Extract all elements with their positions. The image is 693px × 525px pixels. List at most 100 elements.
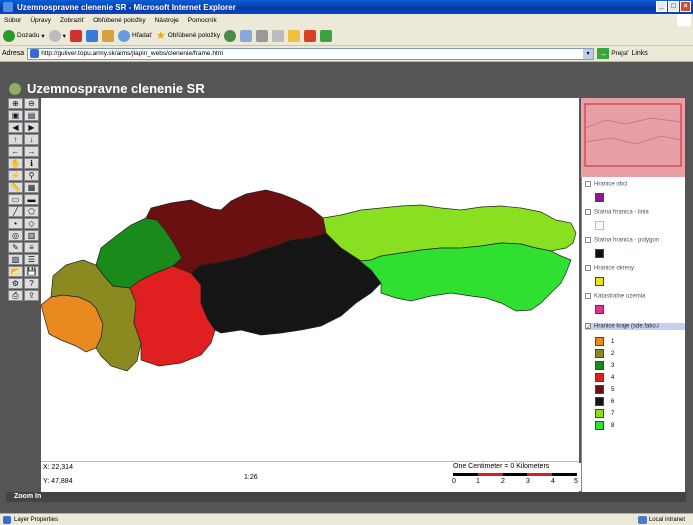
menu-view[interactable]: Zobraziť [60,17,84,24]
legend-toggle-icon[interactable]: ≡ [24,242,39,253]
class-label-7: 7 [611,411,615,417]
tool-mode-label: Zoom In [6,492,686,502]
stop-icon[interactable] [69,29,82,42]
scale-tick-2: 2 [501,478,505,485]
query-icon[interactable]: ▦ [24,182,39,193]
map-toolbar: ⊕ ⊖ ▣ ▤ ◀ ▶ ↑ ↓ ← → ✋ ℹ ⚡ ⚲ 📏 ▦ ▭ ▬ ╱ ⬠ … [8,98,40,343]
close-button[interactable]: × [680,1,691,12]
favorites-button[interactable]: ★ Obľúbené položky [156,29,220,42]
menu-tools[interactable]: Nástroje [155,17,179,24]
address-dropdown-icon[interactable]: ▾ [583,48,594,59]
class-swatch-5 [595,385,604,394]
overview-icon[interactable]: ▧ [8,254,23,265]
layer-list-icon[interactable]: ☰ [24,254,39,265]
folder-icon[interactable] [288,29,301,42]
back-button[interactable]: Dozadu ▾ [3,29,45,42]
layer-katastralne-uzemia[interactable]: Katastralne uzemia [585,293,645,300]
home-icon[interactable] [101,29,114,42]
pan-icon[interactable]: ✋ [8,158,23,169]
class-label-4: 4 [611,375,615,381]
zoom-previous-icon[interactable]: ◀ [8,122,23,133]
layer-hranice-obci[interactable]: Hranice obci [585,181,627,188]
minimize-button[interactable]: _ [656,1,667,12]
class-label-5: 5 [611,387,615,393]
history-icon[interactable] [224,29,237,42]
buffer-icon[interactable]: ◎ [8,230,23,241]
map-canvas[interactable] [40,98,579,461]
edit-icon[interactable] [272,29,285,42]
status-bar: Layer Properties Local intranet [0,513,693,525]
select-rectangle-icon[interactable]: ▭ [8,194,23,205]
measure-icon[interactable]: 📏 [8,182,23,193]
go-arrow-icon: → [597,48,610,59]
y-coordinate: Y: 47,884 [43,478,73,485]
links-button[interactable]: Links [631,50,647,57]
security-zone: Local intranet [648,516,685,523]
select-shape-icon[interactable]: ◇ [24,218,39,229]
print-icon[interactable] [256,29,269,42]
layer-checkbox[interactable] [585,237,591,243]
open-icon[interactable]: 📂 [8,266,23,277]
layer-checkbox-checked[interactable]: ✓ [585,323,591,331]
layer-swatch [595,277,604,286]
app-header: Uzemnospravne clenenie SR [6,80,686,97]
layer-checkbox[interactable] [585,181,591,187]
maximize-button[interactable]: □ [668,1,679,12]
menu-help[interactable]: Pomocník [188,17,217,24]
layer-hranice-kraje[interactable]: ✓ Hranice kraje (sde.fako.i [585,323,685,331]
globe-logo-icon [9,82,21,95]
print-map-icon[interactable]: ⎙ [8,290,23,301]
discuss-icon[interactable] [320,29,333,42]
mail-icon[interactable] [240,29,253,42]
address-input[interactable]: http://guliver.topu.army.sk/aims/jlapin_… [27,47,595,60]
messenger-icon[interactable] [304,29,317,42]
find-icon[interactable]: ⚲ [24,170,39,181]
page-icon [30,49,40,58]
map-scale: 1:26 [244,474,258,481]
zoom-active-icon[interactable]: ▤ [24,110,39,121]
forward-arrow-icon [48,29,61,42]
layer-checkbox[interactable] [585,209,591,215]
refresh-icon[interactable] [85,29,98,42]
pan-east-icon[interactable]: → [24,146,39,157]
export-icon[interactable]: ⇪ [24,290,39,301]
overview-map[interactable] [581,98,685,177]
class-swatch-8 [595,421,604,430]
class-swatch-3 [595,361,604,370]
zoom-out-icon[interactable]: ⊖ [24,98,39,109]
attribute-table-icon[interactable]: ▥ [24,230,39,241]
zoom-full-icon[interactable]: ▣ [8,110,23,121]
address-url: http://guliver.topu.army.sk/aims/jlapin_… [41,50,224,57]
menu-file[interactable]: Súbor [4,17,21,24]
go-button[interactable]: → Prejsť [597,48,628,59]
menu-edit[interactable]: Úpravy [30,17,51,24]
pan-south-icon[interactable]: ↓ [24,134,39,145]
class-swatch-1 [595,337,604,346]
clear-selection-icon[interactable]: ✎ [8,242,23,253]
select-icon[interactable]: ▬ [24,194,39,205]
select-point-icon[interactable]: • [8,218,23,229]
save-icon[interactable]: 💾 [24,266,39,277]
identify-icon[interactable]: ℹ [24,158,39,169]
search-button[interactable]: Hľadať [117,29,152,42]
layer-statna-hranica-polygon[interactable]: Statna hranica - polygon [585,237,659,244]
select-polygon-icon[interactable]: ⬠ [24,206,39,217]
help-icon[interactable]: ? [24,278,39,289]
pan-north-icon[interactable]: ↑ [8,134,23,145]
pan-west-icon[interactable]: ← [8,146,23,157]
zoom-in-icon[interactable]: ⊕ [8,98,23,109]
menu-bar: Súbor Úpravy Zobraziť Obľúbené položky N… [0,14,693,26]
forward-button[interactable]: ▾ [48,29,66,42]
layer-checkbox[interactable] [585,265,591,271]
layer-checkbox[interactable] [585,293,591,299]
select-line-icon[interactable]: ╱ [8,206,23,217]
zoom-next-icon[interactable]: ▶ [24,122,39,133]
layer-hranice-okresy[interactable]: Hranice okresy [585,265,634,272]
class-swatch-2 [595,349,604,358]
layer-statna-hranica-linia[interactable]: Statna hranica - linia [585,209,649,216]
class-swatch-4 [595,373,604,382]
menu-favorites[interactable]: Obľúbené položky [93,17,146,24]
options-icon[interactable]: ⚙ [8,278,23,289]
scale-bar-label: One Centimeter = 0 Kilometers [453,463,550,470]
hyperlink-icon[interactable]: ⚡ [8,170,23,181]
